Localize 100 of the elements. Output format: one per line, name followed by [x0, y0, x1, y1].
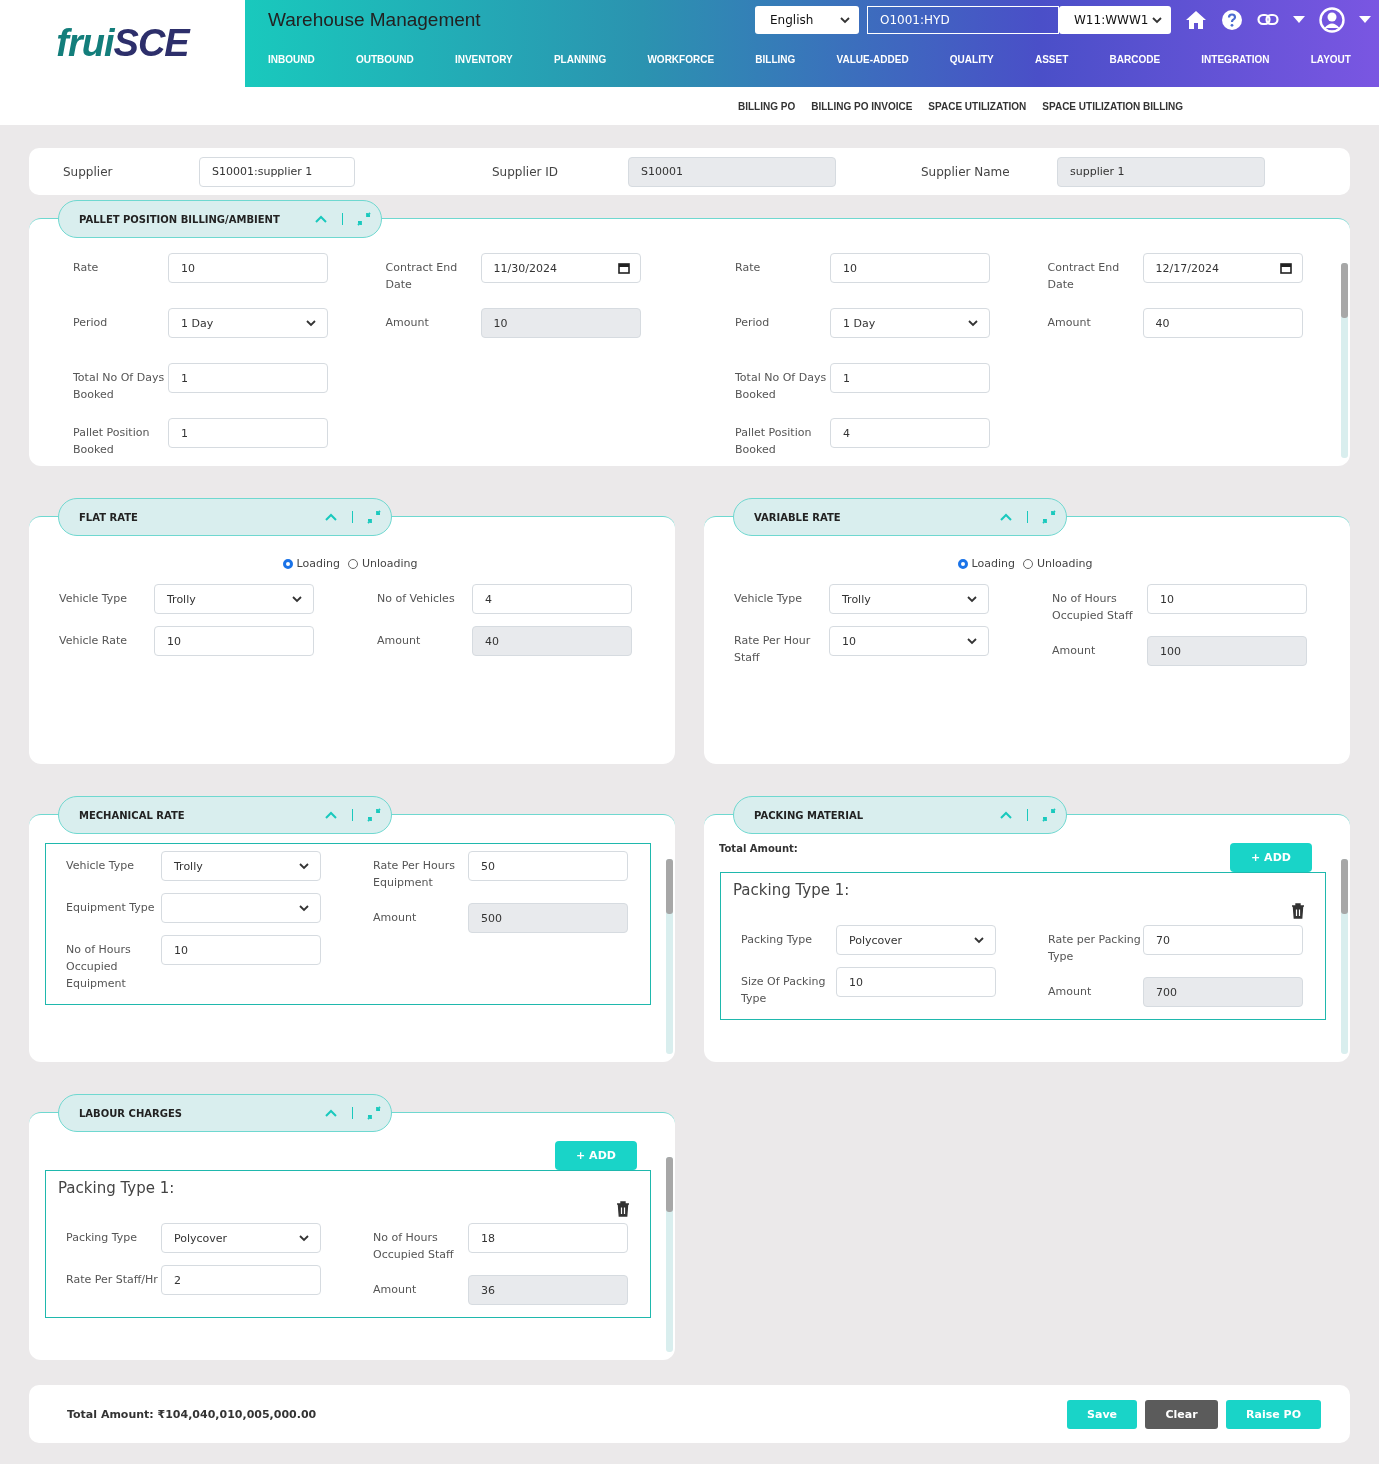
input-field[interactable]: 10 [168, 253, 328, 283]
input-field[interactable]: 10 [154, 626, 314, 656]
chevron-down-icon [298, 1233, 310, 1243]
scrollbar[interactable] [1341, 859, 1348, 1054]
chevron-up-icon[interactable] [313, 214, 328, 224]
trash-icon[interactable] [616, 1201, 630, 1217]
radio-button[interactable] [957, 558, 968, 569]
nav-item[interactable]: VALUE-ADDED [836, 54, 909, 65]
nav-item[interactable]: ASSET [1034, 54, 1069, 65]
link-icon[interactable] [1257, 13, 1279, 27]
section-header[interactable]: PACKING MATERIAL [733, 796, 1067, 834]
section-title: PACKING MATERIAL [754, 809, 865, 821]
input-field[interactable]: 700 [1143, 977, 1303, 1007]
collapse-icon[interactable] [357, 212, 372, 226]
nav-item[interactable]: BARCODE [1109, 54, 1161, 65]
input-field[interactable]: 4 [472, 584, 632, 614]
organization-field[interactable]: O1001:HYD [867, 6, 1059, 34]
collapse-icon[interactable] [1042, 808, 1056, 822]
chevron-up-icon[interactable] [323, 810, 338, 820]
section-header[interactable]: MECHANICAL RATE [58, 796, 392, 834]
field-label: Vehicle Type [734, 591, 804, 607]
date-field[interactable]: 12/17/2024 [1142, 253, 1303, 283]
collapse-icon[interactable] [367, 510, 381, 524]
field-label: No of Vehicles [377, 591, 456, 607]
select-field[interactable]: Trolly [161, 851, 321, 881]
input-field[interactable]: 2 [161, 1265, 321, 1295]
input-field[interactable]: 40 [472, 626, 632, 656]
caret-icon[interactable] [1359, 16, 1371, 24]
radio-button[interactable] [347, 558, 358, 569]
input-field[interactable]: 1 [168, 363, 328, 393]
subnav-item[interactable]: BILLING PO INVOICE [811, 100, 913, 112]
input-field[interactable]: 18 [468, 1223, 628, 1253]
select-field[interactable] [161, 893, 321, 923]
input-field[interactable]: 10 [161, 935, 321, 965]
scrollbar[interactable] [666, 859, 673, 1054]
input-field[interactable]: 4 [830, 418, 990, 448]
chevron-down-icon [305, 318, 317, 328]
subnav-item[interactable]: SPACE UTILIZATION [928, 100, 1027, 112]
nav-item[interactable]: LAYOUT [1310, 54, 1351, 65]
scrollbar[interactable] [1341, 263, 1348, 458]
chevron-up-icon[interactable] [998, 512, 1013, 522]
input-field[interactable]: S10001:supplier 1 [199, 156, 355, 187]
input-field[interactable]: supplier 1 [1057, 156, 1265, 187]
field-label: No of Hours Occupied Staff [1052, 591, 1134, 624]
trash-icon[interactable] [1291, 903, 1305, 919]
section-header[interactable]: VARIABLE RATE [733, 498, 1067, 536]
input-field[interactable]: 1 [830, 363, 990, 393]
subnav-item[interactable]: BILLING PO [738, 100, 796, 112]
chevron-up-icon[interactable] [998, 810, 1013, 820]
collapse-icon[interactable] [367, 1106, 381, 1120]
nav-item[interactable]: INTEGRATION [1201, 54, 1270, 65]
section-header[interactable]: LABOUR CHARGES [58, 1094, 392, 1132]
input-field[interactable]: 10 [480, 308, 641, 338]
select-field[interactable]: Polycover [161, 1223, 321, 1253]
field-label: Period [735, 315, 771, 331]
input-field[interactable]: 1 [168, 418, 328, 448]
field-label: Amount [373, 910, 418, 926]
input-field[interactable]: 10 [830, 253, 990, 283]
caret-icon[interactable] [1293, 16, 1305, 24]
select-field[interactable]: Trolly [154, 584, 314, 614]
nav-item[interactable]: BILLING [755, 54, 796, 65]
chevron-up-icon[interactable] [323, 512, 338, 522]
input-field[interactable]: 36 [468, 1275, 628, 1305]
date-field[interactable]: 11/30/2024 [480, 253, 641, 283]
chevron-down-icon [966, 636, 978, 646]
field-label: Period [73, 315, 109, 331]
user-avatar-icon[interactable] [1319, 7, 1345, 33]
field-label: Rate [735, 260, 762, 276]
warehouse-select[interactable]: W11:WWW1 [1059, 6, 1171, 34]
select-field[interactable]: Trolly [829, 584, 989, 614]
input-field[interactable]: 70 [1143, 925, 1303, 955]
subnav-item[interactable]: SPACE UTILIZATION BILLING [1042, 100, 1184, 112]
field-label: Supplier ID [492, 164, 560, 179]
section-header[interactable]: FLAT RATE [58, 498, 392, 536]
input-field[interactable]: 10 [1147, 584, 1307, 614]
action-button[interactable]: Clear [1145, 1399, 1219, 1429]
app-title: Warehouse Management [268, 9, 481, 31]
input-field[interactable]: S10001 [628, 156, 836, 187]
radio-button[interactable] [282, 558, 293, 569]
chevron-up-icon[interactable] [323, 1108, 338, 1118]
nav-item[interactable]: WORKFORCE [647, 54, 715, 65]
language-select[interactable]: English [755, 6, 859, 34]
nav-item[interactable]: QUALITY [949, 54, 994, 65]
section-header[interactable]: PALLET POSITION BILLING/AMBIENT [58, 200, 383, 238]
input-field[interactable]: 100 [1147, 636, 1307, 666]
input-field[interactable]: 50 [468, 851, 628, 881]
radio-button[interactable] [1022, 558, 1033, 569]
input-field[interactable]: 10 [836, 967, 996, 997]
home-icon[interactable] [1185, 10, 1207, 30]
help-icon[interactable] [1221, 9, 1243, 31]
collapse-icon[interactable] [1042, 510, 1056, 524]
scrollbar[interactable] [666, 1157, 673, 1352]
select-field[interactable]: 1 Day [168, 308, 328, 338]
collapse-icon[interactable] [367, 808, 381, 822]
input-field[interactable]: 40 [1142, 308, 1303, 338]
select-field[interactable]: Polycover [836, 925, 996, 955]
select-field[interactable]: 1 Day [830, 308, 990, 338]
input-field[interactable]: 500 [468, 903, 628, 933]
select-field[interactable]: 10 [829, 626, 989, 656]
field-label: Pallet Position Booked [73, 425, 151, 458]
